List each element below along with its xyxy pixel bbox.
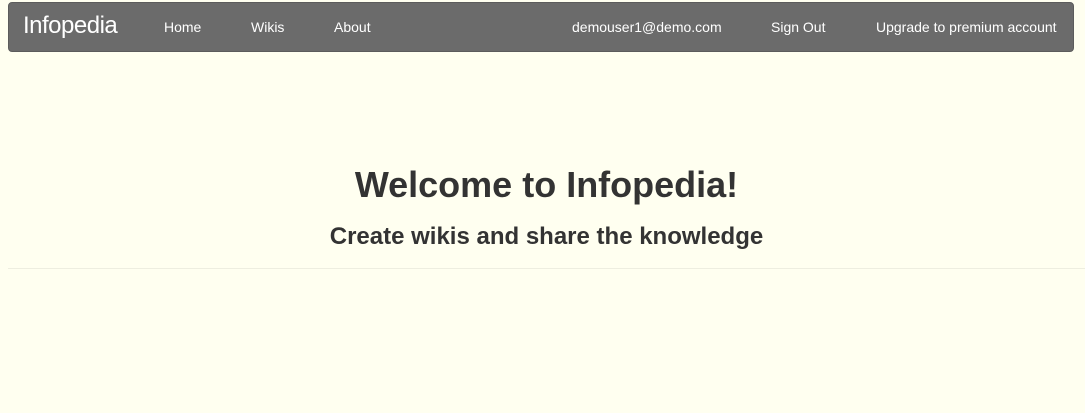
nav-home-link[interactable]: Home [164, 19, 201, 35]
user-email-link[interactable]: demouser1@demo.com [572, 19, 722, 35]
page-subtitle: Create wikis and share the knowledge [329, 223, 764, 250]
nav-wikis-link[interactable]: Wikis [251, 19, 284, 35]
nav-about-link[interactable]: About [334, 19, 371, 35]
page-title: Welcome to Infopedia! [354, 164, 739, 205]
welcome-hero: Welcome to Infopedia! Create wikis and s… [8, 52, 1085, 269]
brand-logo-link[interactable]: Infopedia [23, 12, 118, 40]
top-navbar: Infopedia Home Wikis About demouser1@dem… [8, 2, 1074, 52]
upgrade-premium-link[interactable]: Upgrade to premium account [876, 19, 1057, 35]
sign-out-link[interactable]: Sign Out [771, 19, 825, 35]
